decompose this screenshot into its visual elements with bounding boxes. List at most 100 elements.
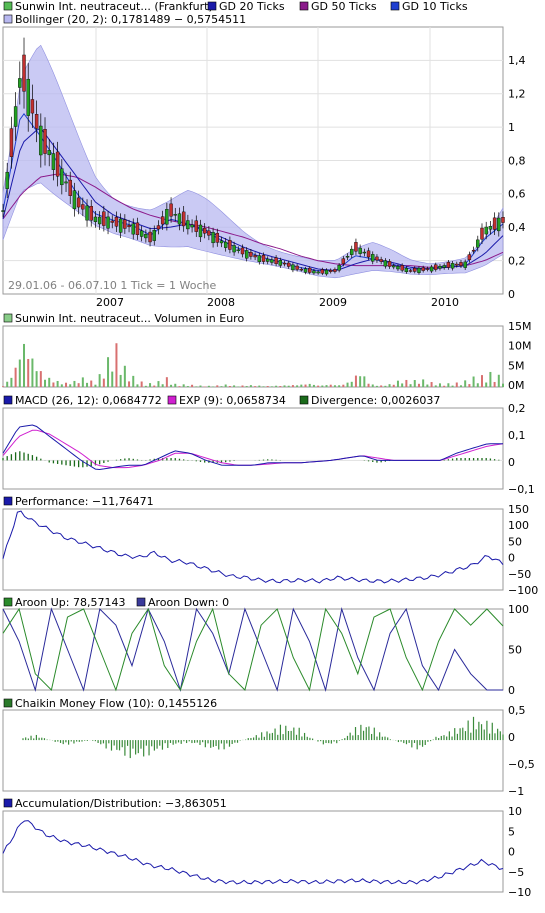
volume-bar (480, 375, 483, 387)
volume-bar (60, 384, 63, 387)
candle-body (177, 213, 182, 225)
volume-bar (451, 385, 454, 387)
candle-body (240, 247, 245, 255)
candle-body (165, 209, 169, 225)
candle-body (345, 256, 350, 258)
candle-body (320, 269, 325, 274)
volume-bar (107, 357, 110, 387)
volume-bar (476, 383, 479, 387)
candle-body (202, 227, 207, 234)
volume-bar (430, 382, 433, 387)
chaikin-tick-label: 0 (508, 731, 515, 744)
volume-bar (363, 376, 366, 387)
volume-bar (371, 384, 374, 387)
candle-body (278, 260, 283, 266)
volume-bar (262, 386, 265, 387)
legend-label-aroon-down: Aroon Down: 0 (148, 596, 229, 609)
accdist-tick-label: 5 (508, 825, 515, 838)
candle-body (476, 239, 480, 248)
chart-canvas: Sunwin Int. neutraceut... (Frankfurt) GD… (1, 0, 538, 899)
performance-tick-label: 150 (508, 503, 529, 516)
x-tick-label: 2007 (96, 296, 124, 309)
candle-body (287, 262, 291, 267)
candle-body (350, 248, 354, 255)
volume-bar (434, 385, 437, 387)
volume-bar (489, 371, 492, 387)
candle-body (127, 225, 131, 228)
candle-body (324, 269, 329, 275)
macd-tick-label: 0,1 (508, 429, 526, 442)
macd-tick-label: 0,2 (508, 402, 526, 415)
volume-bar (111, 371, 114, 387)
volume-bar (48, 377, 51, 387)
volume-bar (102, 378, 105, 387)
candle-body (148, 231, 152, 243)
volume-bar (422, 379, 425, 387)
volume-panel-frame (2, 325, 504, 388)
candle-body (47, 150, 51, 156)
aroon-y-axis: 100 50 0 (508, 603, 529, 697)
volume-bar (359, 376, 362, 387)
volume-bar (149, 383, 152, 387)
performance-tick-label: 100 (508, 519, 529, 532)
candle-body (110, 220, 114, 223)
accdist-y-axis: 10 5 0 −5 −10 (508, 805, 531, 899)
candle-body (308, 267, 312, 273)
performance-tick-label: 0 (508, 552, 515, 565)
legend-swatch-divergence (299, 395, 309, 405)
volume-bar (249, 385, 252, 387)
volume-bar (312, 384, 315, 387)
candle-body (139, 230, 144, 237)
volume-bar (220, 386, 223, 387)
candle-body (211, 232, 215, 244)
volume-bar (308, 383, 311, 387)
volume-bar (224, 384, 227, 387)
legend-label-gd50: GD 50 Ticks (311, 0, 377, 13)
legend-swatch-gd10 (390, 1, 400, 11)
volume-bar (199, 385, 202, 387)
candle-body (64, 181, 68, 184)
performance-legend-swatch (3, 496, 13, 506)
accdist-legend-label: Accumulation/Distribution: −3,863051 (15, 797, 227, 810)
candle-body (30, 99, 35, 114)
volume-bar (18, 359, 21, 387)
x-tick-label: 2009 (319, 296, 347, 309)
volume-bar (241, 385, 244, 387)
volume-bar (346, 382, 349, 387)
x-tick-label: 2010 (431, 296, 459, 309)
volume-bar (396, 380, 399, 387)
candle-body (425, 268, 430, 270)
volume-bar (56, 380, 59, 387)
candle-body (72, 190, 77, 210)
candle-body (236, 249, 240, 252)
candle-body (85, 205, 89, 221)
candle-body (291, 264, 295, 271)
candle-body (257, 255, 262, 262)
volume-bar (464, 380, 467, 387)
volume-bar (367, 383, 370, 387)
chaikin-panel-frame (2, 709, 504, 792)
candle-body (375, 256, 379, 261)
legend-swatch-macd (3, 395, 13, 405)
candle-body (316, 271, 320, 274)
candle-body (488, 226, 493, 230)
volume-bar (27, 358, 30, 387)
volume-bar (31, 358, 34, 387)
volume-bar (165, 377, 168, 387)
candle-body (60, 168, 64, 186)
chaikin-legend-swatch (3, 698, 13, 708)
volume-bar (287, 385, 290, 387)
volume-bar (123, 365, 126, 387)
candle-body (261, 255, 266, 262)
volume-bar (380, 385, 383, 387)
legend-label-price: Sunwin Int. neutraceut... (Frankfurt) (15, 0, 213, 13)
performance-tick-label: −50 (508, 568, 531, 581)
candle-body (413, 268, 417, 272)
volume-bar (388, 384, 391, 387)
volume-bar (44, 379, 47, 387)
volume-bar (279, 386, 282, 387)
volume-bar (69, 384, 72, 387)
candle-body (160, 216, 165, 225)
volume-bar (325, 385, 328, 387)
volume-bar (375, 385, 378, 387)
